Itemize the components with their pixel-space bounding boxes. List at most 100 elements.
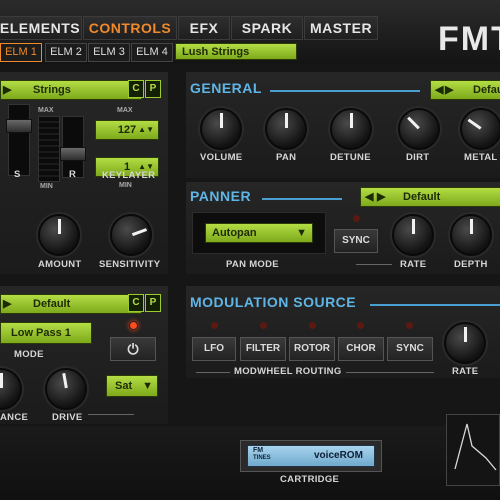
panner-rate-knob[interactable] [392,214,434,256]
general-divider [270,90,420,92]
arrow-left-icon: ◀ [365,191,374,203]
layer-preset-dropdown[interactable]: ▶ Strings ▼ [0,80,142,100]
filter-preset-dropdown[interactable]: ▶ Default ▼ [0,294,142,314]
slider-track-mid[interactable] [38,116,60,182]
drive-label: DRIVE [52,412,83,423]
panner-divider [262,198,342,200]
arrow-right-icon: ▶ [3,84,12,96]
tab-elm-1[interactable]: ELM 1 [0,43,42,62]
general-title: GENERAL [190,80,262,96]
power-icon: ⏻ [127,341,139,357]
panner-depth-knob[interactable] [450,214,492,256]
modwheel-routing-label: MODWHEEL ROUTING [230,366,346,377]
slider-min-label: MIN [40,183,53,190]
sync-mod-button[interactable]: SYNC [387,337,433,361]
dirt-knob[interactable] [398,108,440,150]
pan-mode-label: PAN MODE [226,259,279,270]
tab-efx[interactable]: EFX [178,16,230,40]
resonance-label: ANCE [0,412,29,423]
slider-thumb-r[interactable] [60,147,86,161]
filter-copy-button[interactable]: C [128,294,144,312]
keylayer-max-field[interactable]: 127 ▲▼ [95,120,159,140]
cartridge-label: CARTRIDGE [280,474,340,485]
tab-controls[interactable]: CONTROLS [83,16,177,40]
panner-depth-label: DEPTH [454,259,488,270]
filter-led [129,321,138,330]
rotor-button[interactable]: ROTOR [289,337,335,361]
mod-rate-label: RATE [452,366,479,377]
keylayer-label: KEYLAYER [102,170,156,181]
filter-mod-led [259,321,268,330]
tab-elm-4[interactable]: ELM 4 [131,43,173,62]
mod-rate-knob[interactable] [444,322,486,364]
panner-preset-dropdown[interactable]: ◀ ▶ Default [360,187,500,207]
modulation-title: MODULATION SOURCE [190,294,357,310]
envelope-graph [446,414,500,486]
chor-button[interactable]: CHOR [338,337,384,361]
volume-knob[interactable] [200,108,242,150]
lfo-led [210,321,219,330]
amount-knob[interactable] [38,214,80,256]
slider-track-s[interactable] [6,104,32,176]
cartridge-label-plate: FM TINES voiceROM [247,445,375,467]
dropdown-caret-icon: ▼ [142,380,153,392]
detune-knob[interactable] [330,108,372,150]
layer-preset-label: Strings [33,84,71,96]
arrow-right-icon: ▶ [3,298,12,310]
slider-thumb-s[interactable] [6,119,32,133]
filter-mod-button[interactable]: FILTER [240,337,286,361]
sensitivity-label: SENSITIVITY [99,259,161,270]
copy-button[interactable]: C [128,80,144,98]
chor-led [356,321,365,330]
metal-knob[interactable] [460,108,500,150]
pan-label: PAN [276,152,297,163]
sync-mod-led [405,321,414,330]
pan-mode-dropdown[interactable]: Autopan ▼ [205,223,313,243]
tab-elm-3[interactable]: ELM 3 [88,43,130,62]
preset-name-display[interactable]: Lush Strings [175,43,297,60]
volume-label: VOLUME [200,152,243,163]
amount-label: AMOUNT [38,259,82,270]
panner-rate-label: RATE [400,259,427,270]
slider-max-label: MAX [38,107,54,114]
filter-mode-dropdown[interactable]: Low Pass 1 [0,322,92,344]
dropdown-caret-icon: ▼ [296,227,307,239]
rotor-led [308,321,317,330]
metal-label: METAL [464,152,498,163]
drive-bracket [88,414,134,415]
panner-title: PANNER [190,188,252,204]
sat-dropdown[interactable]: Sat ▼ [106,375,158,397]
cartridge-name: voiceROM [314,450,363,461]
tab-master[interactable]: MASTER [304,16,378,40]
sat-value: Sat [115,380,133,392]
drive-knob[interactable] [45,368,87,410]
pan-knob[interactable] [265,108,307,150]
spin-arrows-icon: ▲▼ [138,125,154,134]
tab-spark[interactable]: SPARK [231,16,303,40]
tab-elements[interactable]: ELEMENTS [0,16,82,40]
keylayer-min-label: MIN [119,182,132,189]
arrow-right-icon: ▶ [445,84,454,96]
filter-preset-label: Default [33,298,71,310]
keylayer-max-value: 127 [117,124,137,136]
arrow-left-icon: ◀ [435,84,444,96]
filter-paste-button[interactable]: P [145,294,161,312]
filter-mode-value: Low Pass 1 [11,327,71,339]
detune-label: DETUNE [330,152,371,163]
panner-preset-label: Default [403,191,441,203]
slider-r-label: R [69,169,77,180]
sensitivity-knob[interactable] [110,214,152,256]
general-preset-dropdown[interactable]: ◀ ▶ Default [430,80,500,100]
sync-led [352,214,361,223]
modulation-divider [370,304,500,306]
general-preset-label: Default [473,84,500,96]
cartridge-line1: FM [253,447,264,454]
power-button[interactable]: ⏻ [110,337,156,361]
tab-elm-2[interactable]: ELM 2 [45,43,87,62]
cartridge-slot[interactable]: FM TINES voiceROM [240,440,382,472]
lfo-button[interactable]: LFO [192,337,236,361]
pan-mode-value: Autopan [212,227,257,239]
dirt-label: DIRT [406,152,430,163]
panner-sync-button[interactable]: SYNC [334,229,378,253]
paste-button[interactable]: P [145,80,161,98]
